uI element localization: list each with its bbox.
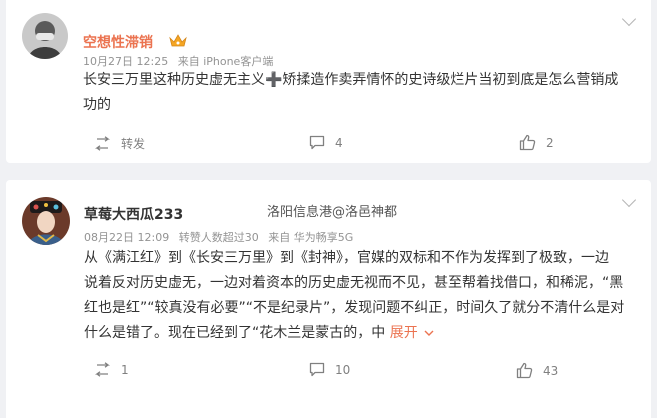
like-count: 43 — [543, 363, 559, 378]
watermark: 洛阳信息港@洛邑神都 — [267, 201, 398, 220]
repost-button[interactable]: 转发 — [94, 135, 145, 152]
avatar[interactable] — [22, 13, 68, 59]
content-line: 功的 — [83, 97, 111, 113]
like-button[interactable]: 2 — [519, 134, 554, 151]
post-meta: 08月22日 12:09 转赞人数超过30 来自 华为畅享5G — [84, 229, 359, 245]
post-content: 长安三万里这种历史虚无主义➕矫揉造作卖弄情怀的史诗级烂片当初到底是怎么营销成 功… — [83, 68, 643, 118]
comment-button[interactable]: 10 — [309, 362, 350, 377]
like-button[interactable]: 43 — [516, 362, 558, 379]
content-line: 长安三万里这种历史虚无主义➕矫揉造作卖弄情怀的史诗级烂片当初到底是怎么营销成 — [83, 72, 619, 88]
chevron-down-icon[interactable] — [621, 192, 637, 208]
repost-button[interactable]: 1 — [94, 362, 129, 377]
repost-icon — [95, 136, 110, 151]
content-line: 红也是红”“较真没有必要”“不是纪录片”，发现问题不纠正，时间久了就分不清什么是… — [84, 300, 625, 316]
comment-icon — [309, 135, 325, 150]
content-line: 说着反对历史虚无，一边对着资本的历史虚无视而不见，甚至帮着找借口，和稀泥，“黑 — [84, 275, 624, 291]
content-text: 什么是错了。现在已经到了“花木兰是蒙古的，中 — [84, 325, 386, 341]
post-card: 空想性滞销 10月27日 12:25 来自 iPhone客户端 长安三万里这种历… — [6, 0, 651, 163]
repost-icon — [95, 362, 110, 377]
post-source: 来自 iPhone客户端 — [177, 55, 274, 68]
username[interactable]: 空想性滞销 — [83, 32, 153, 52]
comment-button[interactable]: 4 — [309, 135, 343, 150]
comment-count: 4 — [335, 135, 343, 150]
expand-label: 展开 — [389, 325, 418, 341]
expand-link[interactable]: 展开 — [390, 325, 434, 341]
username[interactable]: 草莓大西瓜233 — [84, 204, 183, 224]
comment-count: 10 — [335, 362, 351, 377]
post-source: 来自 华为畅享5G — [268, 231, 354, 244]
post-time[interactable]: 10月27日 12:25 — [83, 55, 168, 68]
post-card: 草莓大西瓜233 洛阳信息港@洛邑神都 08月22日 12:09 转赞人数超过3… — [6, 180, 651, 418]
repost-label: 转发 — [121, 137, 146, 151]
thumbs-up-icon — [519, 134, 536, 151]
thumbs-up-icon — [516, 362, 533, 379]
post-meta: 10月27日 12:25 来自 iPhone客户端 — [83, 53, 279, 69]
comment-icon — [309, 362, 325, 377]
chevron-down-icon[interactable] — [621, 11, 637, 27]
content-line: 什么是错了。现在已经到了“花木兰是蒙古的，中 展开 — [84, 321, 644, 346]
post-time[interactable]: 08月22日 12:09 — [84, 231, 169, 244]
content-line: 从《满江红》到《长安三万里》到《封神》，官媒的双标和不作为发挥到了极致，一边 — [84, 250, 609, 266]
repost-count: 转赞人数超过30 — [178, 231, 259, 244]
post-content: 从《满江红》到《长安三万里》到《封神》，官媒的双标和不作为发挥到了极致，一边 说… — [84, 246, 644, 346]
vip-badge-icon — [169, 33, 187, 52]
like-count: 2 — [546, 135, 554, 150]
repost-count-label: 1 — [121, 362, 129, 377]
chevron-down-icon — [424, 330, 434, 336]
avatar[interactable] — [22, 197, 70, 245]
